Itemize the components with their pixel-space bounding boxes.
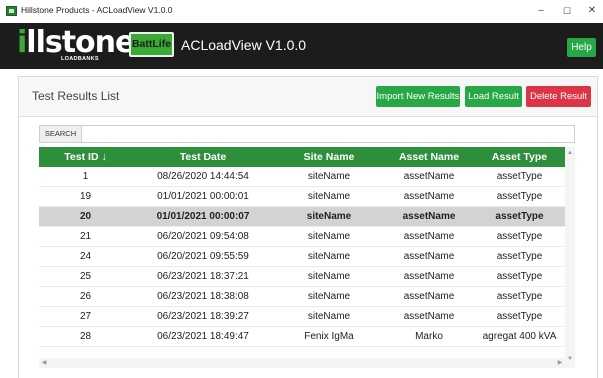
table-row[interactable]: 28 06/23/2021 18:49:47 Fenix IgMa Marko … — [39, 327, 565, 347]
scroll-up-icon[interactable]: ▲ — [565, 149, 575, 157]
horizontal-scroll-thumb[interactable] — [47, 361, 552, 365]
vertical-scrollbar[interactable]: ▲ ▼ — [565, 147, 575, 368]
import-new-results-button[interactable]: Import New Results — [376, 86, 460, 107]
cell-asset-type: assetType — [496, 311, 543, 322]
cell-site-name: siteName — [307, 231, 351, 242]
close-button[interactable]: ✕ — [582, 3, 602, 19]
cell-test-id: 21 — [79, 231, 92, 242]
cell-test-date: 06/20/2021 09:55:59 — [157, 251, 249, 262]
cell-test-id: 28 — [79, 331, 92, 342]
cell-asset-name: assetName — [402, 211, 456, 222]
cell-site-name: siteName — [307, 171, 351, 182]
cell-test-id: 27 — [79, 311, 92, 322]
cell-asset-type: assetType — [496, 251, 543, 262]
logo-wordmark: illstone — [17, 25, 135, 60]
table-row[interactable]: 24 06/20/2021 09:55:59 siteName assetNam… — [39, 247, 565, 267]
column-header-site-name[interactable]: Site Name — [274, 147, 384, 167]
cell-asset-type: assetType — [496, 231, 543, 242]
horizontal-scrollbar[interactable]: ◀ ▶ — [39, 358, 565, 368]
cell-asset-name: assetName — [403, 171, 455, 182]
app-title: ACLoadView V1.0.0 — [181, 37, 307, 53]
cell-asset-name: assetName — [403, 251, 455, 262]
cell-site-name: siteName — [307, 251, 351, 262]
cell-site-name: siteName — [306, 211, 352, 222]
table-row[interactable]: 19 01/01/2021 00:00:01 siteName assetNam… — [39, 187, 565, 207]
column-header-test-date[interactable]: Test Date — [132, 147, 274, 167]
cell-test-date: 06/23/2021 18:38:08 — [157, 291, 249, 302]
column-header-test-id[interactable]: Test ID ↓ — [39, 147, 132, 167]
cell-test-id: 1 — [82, 171, 89, 182]
panel-header: Test Results List Import New Results Loa… — [19, 77, 597, 117]
cell-test-date: 08/26/2020 14:44:54 — [157, 171, 249, 182]
hillstone-logo: illstone LOADBANKS — [17, 27, 135, 65]
cell-test-id: 24 — [79, 251, 92, 262]
cell-asset-name: assetName — [403, 271, 455, 282]
cell-test-date: 06/23/2021 18:49:47 — [157, 331, 249, 342]
cell-site-name: Fenix IgMa — [304, 331, 354, 342]
search-label: SEARCH — [40, 126, 82, 142]
cell-test-id: 20 — [79, 211, 92, 222]
window-title: Hillstone Products - ACLoadView V1.0.0 — [21, 5, 173, 15]
cell-asset-name: assetName — [403, 291, 455, 302]
cell-asset-name: assetName — [403, 191, 455, 202]
logo-subtitle: LOADBANKS — [61, 56, 99, 62]
table-row-selected[interactable]: 20 01/01/2021 00:00:07 siteName assetNam… — [39, 207, 565, 227]
minimize-button[interactable]: – — [531, 3, 551, 19]
cell-asset-type: assetType — [496, 271, 543, 282]
cell-test-id: 26 — [79, 291, 92, 302]
cell-site-name: siteName — [307, 271, 351, 282]
scroll-down-icon[interactable]: ▼ — [565, 355, 575, 363]
cell-test-date: 06/20/2021 09:54:08 — [157, 231, 249, 242]
cell-asset-type: agregat 400 kVA — [482, 331, 557, 342]
results-table: Test ID ↓ Test Date Site Name Asset Name… — [39, 147, 565, 358]
cell-asset-name: assetName — [403, 231, 455, 242]
cell-test-date: 06/23/2021 18:39:27 — [157, 311, 249, 322]
cell-asset-type: assetType — [496, 171, 543, 182]
panel-title: Test Results List — [32, 89, 120, 103]
cell-site-name: siteName — [307, 311, 351, 322]
cell-test-id: 25 — [79, 271, 92, 282]
table-row[interactable]: 21 06/20/2021 09:54:08 siteName assetNam… — [39, 227, 565, 247]
table-row[interactable]: 25 06/23/2021 18:37:21 siteName assetNam… — [39, 267, 565, 287]
cell-asset-type: assetType — [496, 191, 543, 202]
cell-asset-name: Marko — [415, 331, 443, 342]
table-header: Test ID ↓ Test Date Site Name Asset Name… — [39, 147, 565, 167]
app-icon — [6, 6, 17, 16]
column-header-asset-type[interactable]: Asset Type — [474, 147, 565, 167]
load-result-button[interactable]: Load Result — [465, 86, 522, 107]
cell-test-date: 01/01/2021 00:00:01 — [157, 191, 249, 202]
table-row[interactable]: 27 06/23/2021 18:39:27 siteName assetNam… — [39, 307, 565, 327]
cell-site-name: siteName — [307, 191, 351, 202]
column-header-asset-name[interactable]: Asset Name — [384, 147, 474, 167]
cell-asset-type: assetType — [495, 211, 544, 222]
delete-result-button[interactable]: Delete Result — [526, 86, 591, 107]
help-button[interactable]: Help — [567, 38, 596, 57]
window-titlebar: Hillstone Products - ACLoadView V1.0.0 –… — [0, 0, 603, 23]
search-input[interactable] — [83, 126, 573, 142]
cell-test-date: 01/01/2021 00:00:07 — [156, 211, 250, 222]
table-row[interactable]: 26 06/23/2021 18:38:08 siteName assetNam… — [39, 287, 565, 307]
cell-site-name: siteName — [307, 291, 351, 302]
cell-test-id: 19 — [79, 191, 92, 202]
cell-test-date: 06/23/2021 18:37:21 — [157, 271, 249, 282]
search-bar: SEARCH — [39, 125, 575, 143]
table-row[interactable]: 1 08/26/2020 14:44:54 siteName assetName… — [39, 167, 565, 187]
test-results-panel: Test Results List Import New Results Loa… — [18, 76, 598, 378]
cell-asset-name: assetName — [403, 311, 455, 322]
scroll-right-icon[interactable]: ▶ — [555, 359, 565, 367]
maximize-button[interactable]: ☐ — [557, 3, 577, 19]
battlife-badge: BattLife — [129, 32, 174, 57]
cell-asset-type: assetType — [496, 291, 543, 302]
